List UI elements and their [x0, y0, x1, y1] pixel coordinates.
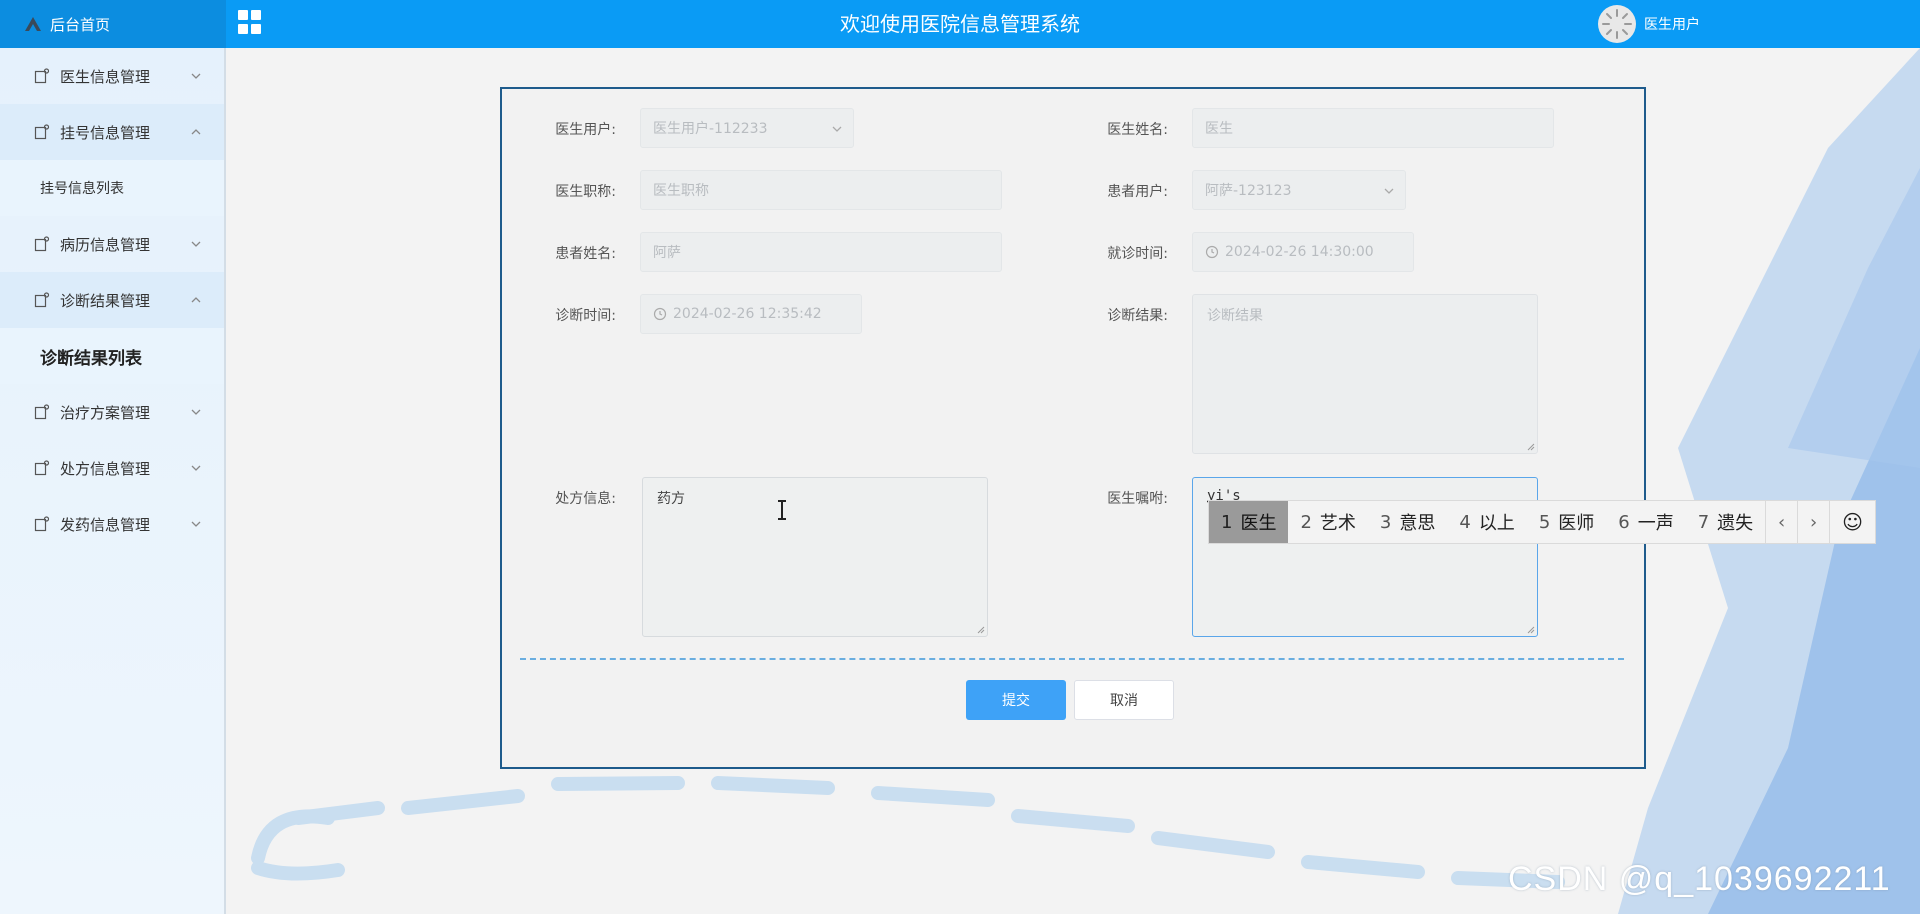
- prescription-label: 处方信息:: [555, 491, 616, 507]
- doctor-name-input[interactable]: 医生: [1192, 108, 1554, 148]
- watermark: CSDN @q_1039692211: [1508, 860, 1891, 898]
- chevron-down-icon: [191, 241, 201, 247]
- clock-icon: [653, 307, 667, 321]
- sidebar-subitem-diagnosis-list[interactable]: 诊断结果列表: [0, 328, 224, 384]
- patient-name-label: 患者姓名:: [555, 246, 616, 262]
- document-icon: [34, 236, 50, 252]
- document-icon: [34, 68, 50, 84]
- patient-name-input[interactable]: 阿萨: [640, 232, 1002, 272]
- chevron-down-icon: [832, 126, 842, 132]
- sidebar-item-medical-records[interactable]: 病历信息管理: [0, 216, 224, 272]
- chevron-up-icon: [191, 129, 201, 135]
- resize-handle-icon[interactable]: [977, 626, 985, 634]
- sidebar-item-treatment-plan[interactable]: 治疗方案管理: [0, 384, 224, 440]
- ime-candidate[interactable]: 3 意思: [1368, 501, 1447, 543]
- prescription-textarea[interactable]: 药方: [642, 477, 988, 637]
- patient-user-select[interactable]: 阿萨-123123: [1192, 170, 1406, 210]
- chevron-down-icon: [191, 409, 201, 415]
- resize-handle-icon[interactable]: [1527, 443, 1535, 451]
- visit-time-picker[interactable]: 2024-02-26 14:30:00: [1192, 232, 1414, 272]
- doctor-user-select[interactable]: 医生用户-112233: [640, 108, 854, 148]
- diagnosis-result-label: 诊断结果:: [1107, 308, 1168, 324]
- chevron-down-icon: [1384, 188, 1394, 194]
- document-icon: [34, 124, 50, 140]
- text-cursor-icon: [778, 500, 786, 520]
- home-link[interactable]: 后台首页: [0, 0, 226, 48]
- menu-toggle-icon[interactable]: [238, 10, 262, 34]
- home-icon: [25, 17, 41, 31]
- doctor-advice-label: 医生嘱咐:: [1107, 491, 1168, 507]
- ime-candidate[interactable]: 1 医生: [1209, 501, 1289, 543]
- top-header: 后台首页 欢迎使用医院信息管理系统 医生用户: [0, 0, 1920, 48]
- document-icon: [34, 404, 50, 420]
- ime-prev-page-icon[interactable]: ‹: [1765, 501, 1797, 543]
- ime-candidate[interactable]: 2 艺术: [1288, 501, 1367, 543]
- ime-candidate[interactable]: 5 医师: [1527, 501, 1606, 543]
- sidebar-item-registration[interactable]: 挂号信息管理: [0, 104, 224, 160]
- visit-time-label: 就诊时间:: [1107, 246, 1168, 262]
- diagnosis-result-textarea[interactable]: 诊断结果: [1192, 294, 1538, 454]
- cancel-button[interactable]: 取消: [1074, 680, 1174, 720]
- chevron-up-icon: [191, 297, 201, 303]
- loading-avatar-icon: [1602, 9, 1632, 39]
- ime-candidate-bar: 1 医生 2 艺术 3 意思 4 以上 5 医师 6 一声 7 遗失 ‹ › ☺: [1208, 500, 1876, 544]
- ime-candidate[interactable]: 7 遗失: [1686, 501, 1765, 543]
- form-divider: [520, 658, 1624, 660]
- ime-next-page-icon[interactable]: ›: [1797, 501, 1829, 543]
- home-link-label: 后台首页: [50, 15, 111, 34]
- clock-icon: [1205, 245, 1219, 259]
- sidebar-item-diagnosis[interactable]: 诊断结果管理: [0, 272, 224, 328]
- resize-handle-icon[interactable]: [1527, 626, 1535, 634]
- user-name: 医生用户: [1644, 17, 1700, 33]
- submit-button[interactable]: 提交: [966, 680, 1066, 720]
- doctor-name-label: 医生姓名:: [1107, 122, 1168, 138]
- patient-user-label: 患者用户:: [1107, 184, 1168, 200]
- chevron-down-icon: [191, 465, 201, 471]
- doctor-title-label: 医生职称:: [555, 184, 616, 200]
- avatar: [1598, 5, 1636, 43]
- sidebar-item-dispensing[interactable]: 发药信息管理: [0, 496, 224, 552]
- ime-candidate[interactable]: 6 一声: [1606, 501, 1685, 543]
- doctor-title-input[interactable]: 医生职称: [640, 170, 1002, 210]
- user-menu[interactable]: 医生用户: [1598, 4, 1700, 44]
- ime-emoji-icon[interactable]: ☺: [1829, 501, 1875, 543]
- doctor-user-label: 医生用户:: [555, 122, 616, 138]
- sidebar-subitem-registration-list[interactable]: 挂号信息列表: [0, 160, 224, 216]
- ime-candidate[interactable]: 4 以上: [1447, 501, 1526, 543]
- sidebar-item-doctor-info[interactable]: 医生信息管理: [0, 48, 224, 104]
- chevron-down-icon: [191, 73, 201, 79]
- sidebar-item-prescription[interactable]: 处方信息管理: [0, 440, 224, 496]
- document-icon: [34, 516, 50, 532]
- diagnosis-time-picker[interactable]: 2024-02-26 12:35:42: [640, 294, 862, 334]
- document-icon: [34, 460, 50, 476]
- chevron-down-icon: [191, 521, 201, 527]
- document-icon: [34, 292, 50, 308]
- sidebar: 医生信息管理 挂号信息管理 挂号信息列表 病历信息管理 诊断结果管理 诊断结果列…: [0, 48, 226, 914]
- diagnosis-time-label: 诊断时间:: [555, 308, 616, 324]
